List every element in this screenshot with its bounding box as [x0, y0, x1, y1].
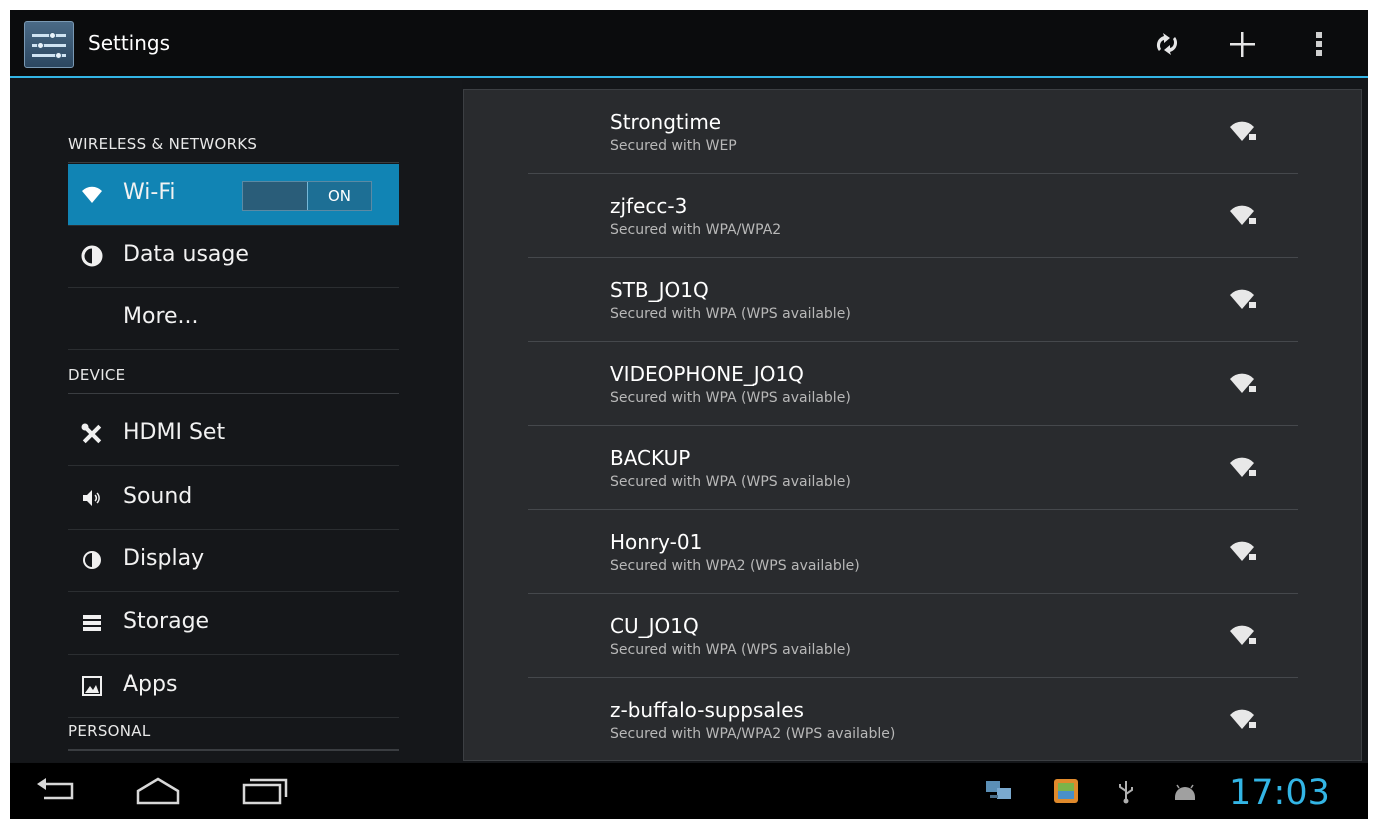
storage-icon: [80, 611, 104, 635]
network-security: Secured with WEP: [610, 138, 737, 154]
sidebar-item-label: Sound: [123, 484, 193, 509]
wifi-refresh-icon[interactable]: [1147, 24, 1187, 64]
network-ssid: CU_JO1Q: [610, 614, 699, 638]
wifi-network-item[interactable]: zjfecc-3 Secured with WPA/WPA2: [528, 174, 1298, 258]
sidebar-item-label: More...: [123, 304, 199, 329]
category-personal: PERSONAL: [68, 722, 399, 751]
wifi-network-item[interactable]: z-buffalo-suppsales Secured with WPA/WPA…: [528, 678, 1298, 762]
sidebar-item-label: HDMI Set: [123, 420, 226, 445]
wifi-icon: [80, 182, 104, 206]
settings-app-icon[interactable]: [24, 21, 74, 68]
sidebar-item-more[interactable]: More...: [68, 288, 399, 350]
wifi-signal-locked-icon: [1228, 708, 1258, 732]
sidebar-item-wifi[interactable]: Wi-Fi ON: [68, 164, 399, 226]
network-ssid: zjfecc-3: [610, 194, 688, 218]
sidebar-item-apps[interactable]: Apps: [68, 656, 399, 718]
wifi-signal-locked-icon: [1228, 120, 1258, 144]
network-ssid: z-buffalo-suppsales: [610, 698, 804, 722]
network-security: Secured with WPA/WPA2: [610, 222, 782, 238]
brightness-icon: [80, 548, 104, 572]
network-ssid: VIDEOPHONE_JO1Q: [610, 362, 804, 386]
sidebar-item-label: Display: [123, 546, 205, 571]
recent-apps-icon[interactable]: [238, 773, 290, 809]
settings-sidebar: WIRELESS & NETWORKS Wi-Fi ON Data usage …: [10, 80, 462, 762]
network-security: Secured with WPA2 (WPS available): [610, 558, 860, 574]
tablet-screen: Settings WIRELESS & NETWORKS Wi-Fi ON Da…: [10, 10, 1368, 819]
data-usage-icon: [80, 244, 104, 268]
wifi-signal-locked-icon: [1228, 540, 1258, 564]
sidebar-item-storage[interactable]: Storage: [68, 593, 399, 655]
category-wireless-networks: WIRELESS & NETWORKS: [68, 135, 399, 163]
sidebar-item-hdmi-set[interactable]: HDMI Set: [68, 404, 399, 466]
network-security: Secured with WPA (WPS available): [610, 474, 851, 490]
sidebar-item-label: Apps: [123, 672, 178, 697]
sidebar-item-label: Storage: [123, 609, 210, 634]
network-icon: [984, 777, 1014, 805]
android-debug-icon: [1170, 777, 1200, 805]
wifi-signal-locked-icon: [1228, 372, 1258, 396]
status-clock: 17:03: [1229, 773, 1330, 813]
wifi-network-item[interactable]: Strongtime Secured with WEP: [528, 90, 1298, 174]
sidebar-item-label: Wi-Fi: [123, 180, 176, 205]
sidebar-item-sound[interactable]: Sound: [68, 468, 399, 530]
network-security: Secured with WPA (WPS available): [610, 642, 851, 658]
network-ssid: STB_JO1Q: [610, 278, 709, 302]
tools-icon: [80, 422, 104, 446]
wifi-network-list: Strongtime Secured with WEP zjfecc-3 Sec…: [463, 89, 1362, 761]
network-security: Secured with WPA (WPS available): [610, 390, 851, 406]
wifi-toggle-label: ON: [307, 182, 371, 210]
network-security: Secured with WPA/WPA2 (WPS available): [610, 726, 896, 742]
wifi-toggle[interactable]: ON: [242, 181, 372, 211]
wifi-signal-locked-icon: [1228, 624, 1258, 648]
add-network-icon[interactable]: [1222, 24, 1262, 64]
wifi-signal-locked-icon: [1228, 456, 1258, 480]
overflow-menu-icon[interactable]: [1316, 32, 1324, 59]
network-security: Secured with WPA (WPS available): [610, 306, 851, 322]
wifi-network-item[interactable]: CU_JO1Q Secured with WPA (WPS available): [528, 594, 1298, 678]
network-ssid: Honry-01: [610, 530, 703, 554]
back-icon[interactable]: [32, 773, 80, 809]
wifi-network-item[interactable]: BACKUP Secured with WPA (WPS available): [528, 426, 1298, 510]
category-device: DEVICE: [68, 366, 399, 394]
wifi-network-item[interactable]: STB_JO1Q Secured with WPA (WPS available…: [528, 258, 1298, 342]
wifi-network-item[interactable]: Honry-01 Secured with WPA2 (WPS availabl…: [528, 510, 1298, 594]
wifi-network-item[interactable]: VIDEOPHONE_JO1Q Secured with WPA (WPS av…: [528, 342, 1298, 426]
sidebar-item-display[interactable]: Display: [68, 530, 399, 592]
sidebar-item-data-usage[interactable]: Data usage: [68, 226, 399, 288]
home-icon[interactable]: [132, 773, 184, 809]
apps-icon: [80, 674, 104, 698]
speaker-icon: [80, 486, 104, 510]
usb-icon: [1111, 777, 1141, 805]
wifi-signal-locked-icon: [1228, 288, 1258, 312]
wifi-signal-locked-icon: [1228, 204, 1258, 228]
gallery-notification-icon: [1051, 777, 1081, 805]
network-ssid: BACKUP: [610, 446, 691, 470]
app-title: Settings: [88, 31, 171, 55]
system-navigation-bar: 17:03: [10, 763, 1368, 819]
action-bar: Settings: [10, 10, 1368, 78]
sidebar-item-label: Data usage: [123, 242, 249, 267]
network-ssid: Strongtime: [610, 110, 722, 134]
